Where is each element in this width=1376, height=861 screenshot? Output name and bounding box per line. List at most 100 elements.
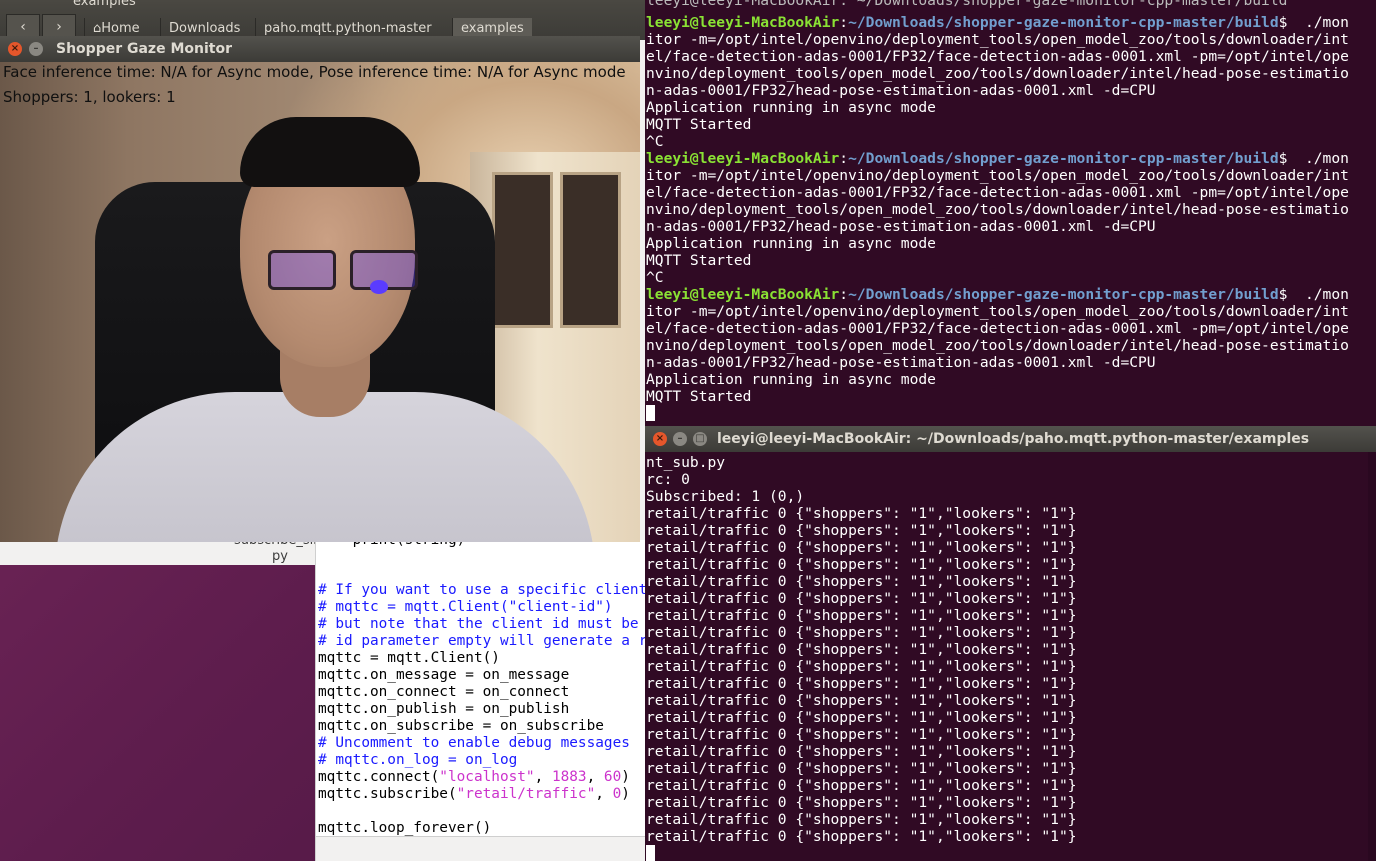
minimize-glyph: – [677,433,683,444]
code-line: mqttc.on_publish = on_publish [318,701,570,717]
code-token: ) [621,769,630,785]
gaze-monitor-window: × – Shopper Gaze Monitor Face inference … [0,36,640,542]
prompt-separator: : [839,14,849,31]
prompt-separator: : [839,286,849,303]
terminal-command-line: n-adas-0001/FP32/head-pose-estimation-ad… [646,82,1156,99]
mqtt-message-line: retail/traffic 0 {"shoppers": "1","looke… [646,556,1077,573]
camera-frame: Face inference time: N/A for Async mode,… [0,62,640,542]
code-line: mqttc.on_connect = on_connect [318,684,570,700]
code-token: mqttc.subscribe( [318,786,457,802]
mqtt-message-line: retail/traffic 0 {"shoppers": "1","looke… [646,539,1077,556]
gaze-window-titlebar[interactable]: × – Shopper Gaze Monitor [0,36,640,62]
prompt-user: leeyi@leeyi-MacBookAir [646,14,840,31]
minimize-icon[interactable]: – [29,42,43,56]
code-token: , [534,769,552,785]
chevron-right-icon: › [56,19,62,35]
minimize-icon[interactable]: – [673,432,687,446]
mqtt-message-line: retail/traffic 0 {"shoppers": "1","looke… [646,641,1077,658]
code-line: mqttc.on_subscribe = on_subscribe [318,718,604,734]
terminal-cursor-line [646,405,655,422]
terminal-cursor [646,845,655,861]
door-window-shape [560,172,621,328]
terminal-prompt-line: leeyi@leeyi-MacBookAir:~/Downloads/shopp… [646,150,1349,167]
mqtt-message-line: retail/traffic 0 {"shoppers": "1","looke… [646,794,1077,811]
mqtt-message-line: retail/traffic 0 {"shoppers": "1","looke… [646,692,1077,709]
maximize-glyph: □ [695,433,705,444]
code-string: "localhost" [439,769,535,785]
terminal-cursor-line [646,845,655,861]
terminal-mqtt-subscriber[interactable]: × – □ leeyi@leeyi-MacBookAir: ~/Download… [645,426,1376,861]
terminal-command-line: n-adas-0001/FP32/head-pose-estimation-ad… [646,218,1156,235]
terminal-command-line: el/face-detection-adas-0001/FP32/face-de… [646,320,1349,337]
terminal-command-line: nvino/deployment_tools/open_model_zoo/to… [646,337,1349,354]
files-window-title: examples [73,0,136,9]
gaze-marker [370,280,388,294]
gaze-window-title: Shopper Gaze Monitor [56,41,232,57]
mqtt-message-line: retail/traffic 0 {"shoppers": "1","looke… [646,743,1077,760]
code-line: # id parameter empty will generate a ran… [318,633,646,649]
terminal-prompt-line: leeyi@leeyi-MacBookAir:~/Downloads/shopp… [646,14,1349,31]
terminal-command-line: itor -m=/opt/intel/openvino/deployment_t… [646,167,1349,184]
terminal-output-line: Subscribed: 1 (0,) [646,488,805,505]
terminal-command-line: itor -m=/opt/intel/openvino/deployment_t… [646,31,1349,48]
code-token: mqttc.connect( [318,769,440,785]
prompt-user: leeyi@leeyi-MacBookAir [646,286,840,303]
code-number: 1883 [551,769,587,785]
mqtt-message-line: retail/traffic 0 {"shoppers": "1","looke… [646,777,1077,794]
mqtt-message-line: retail/traffic 0 {"shoppers": "1","looke… [646,624,1077,641]
code-token: ) [621,786,630,802]
maximize-icon[interactable]: □ [693,432,707,446]
terminal-output-line: Application running in async mode [646,371,936,388]
terminal2-scrollbar[interactable] [1368,452,1376,861]
code-editor[interactable]: print(string) # If you want to use a spe… [315,540,646,861]
shopper-count-text: Shoppers: 1, lookers: 1 [3,88,176,106]
terminal-shopper-monitor[interactable]: leeyi@leeyi-MacBookAir: ~/Downloads/shop… [645,0,1376,426]
code-line: mqttc.loop_forever() [318,820,492,836]
mqtt-message-line: retail/traffic 0 {"shoppers": "1","looke… [646,658,1077,675]
mqtt-message-line: retail/traffic 0 {"shoppers": "1","looke… [646,522,1077,539]
terminal-title-partial: leeyi@leeyi-MacBookAir: ~/Downloads/shop… [646,0,1288,9]
terminal-command-line: n-adas-0001/FP32/head-pose-estimation-ad… [646,354,1156,371]
terminal-command-line: itor -m=/opt/intel/openvino/deployment_t… [646,303,1349,320]
minimize-glyph: – [33,43,39,54]
mqtt-message-line: retail/traffic 0 {"shoppers": "1","looke… [646,573,1077,590]
terminal-output-line: MQTT Started [646,116,752,133]
terminal-command-line: nvino/deployment_tools/open_model_zoo/to… [646,201,1349,218]
door-window-shape [492,172,553,328]
prompt-user: leeyi@leeyi-MacBookAir [646,150,840,167]
close-icon[interactable]: × [653,432,667,446]
close-icon[interactable]: × [8,42,22,56]
terminal-command-line: el/face-detection-adas-0001/FP32/face-de… [646,48,1349,65]
mqtt-message-line: retail/traffic 0 {"shoppers": "1","looke… [646,607,1077,624]
mqtt-message-line: retail/traffic 0 {"shoppers": "1","looke… [646,590,1077,607]
terminal2-output: nt_sub.py rc: 0 Subscribed: 1 (0,) retail/t… [645,452,1376,861]
close-glyph: × [655,433,665,444]
terminal-output-line: rc: 0 [646,471,690,488]
code-line: # mqttc.on_log = on_log [318,752,518,768]
terminal-cursor [646,405,655,421]
terminal-output-line: Application running in async mode [646,99,936,116]
terminal-output-line: nt_sub.py [646,454,726,471]
code-token: , [586,769,604,785]
code-line: # Uncomment to enable debug messages [318,735,630,751]
terminal-command-line: nvino/deployment_tools/open_model_zoo/to… [646,65,1349,82]
prompt-path: ~/Downloads/shopper-gaze-monitor-cpp-mas… [848,14,1279,31]
prompt-command: $ ./mon [1278,14,1349,31]
code-line: # If you want to use a specific client i… [318,582,646,598]
terminal-interrupt-line: ^C [646,133,664,150]
inference-time-text: Face inference time: N/A for Async mode,… [3,63,626,81]
code-line: # mqttc = mqtt.Client("client-id") [318,599,613,615]
close-glyph: × [10,43,20,54]
terminal2-titlebar[interactable]: × – □ leeyi@leeyi-MacBookAir: ~/Download… [645,426,1376,452]
code-token: , [595,786,613,802]
code-line-connect: mqttc.connect("localhost", 1883, 60) [318,769,630,786]
mqtt-message-line: retail/traffic 0 {"shoppers": "1","looke… [646,505,1077,522]
prompt-command: $ ./mon [1278,150,1349,167]
code-line-subscribe: mqttc.subscribe("retail/traffic", 0) [318,786,630,803]
code-number: 60 [603,769,622,785]
mqtt-message-line: retail/traffic 0 {"shoppers": "1","looke… [646,811,1077,828]
code-line: mqttc.on_message = on_message [318,667,570,683]
mqtt-message-line: retail/traffic 0 {"shoppers": "1","looke… [646,709,1077,726]
glasses-left-shape [268,250,336,290]
terminal-output-line: Application running in async mode [646,235,936,252]
